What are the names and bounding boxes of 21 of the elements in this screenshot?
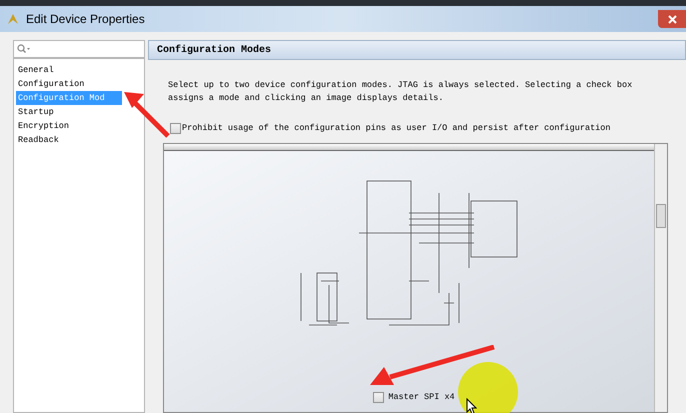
panel-heading: Configuration Modes [148,40,686,60]
scrollbar[interactable] [654,144,667,412]
sidebar-item[interactable]: Encryption [16,119,122,133]
window-title: Edit Device Properties [26,11,145,28]
checkbox[interactable] [170,122,181,134]
sidebar-item[interactable]: Startup [16,105,122,119]
schematic-image[interactable]: Master SPI x4 [164,150,654,412]
checkbox[interactable] [373,392,384,404]
search-field[interactable] [13,40,145,58]
cursor-icon [466,398,477,413]
description-text: Select up to two device configuration modes. JTAG is always selected. Selecting a check box assigns a mode and clicking an image displays details. [168,79,634,105]
sidebar-item[interactable]: General [16,63,122,77]
close-icon [668,14,676,24]
arrow-annotation [124,92,170,138]
mode-option[interactable]: Master SPI x4 [373,391,455,404]
sidebar-item[interactable]: Configuration [16,77,122,91]
prohibit-option[interactable]: Prohibit usage of the configuration pins as user I/O and persist after configuration [170,122,666,135]
search-icon [17,44,31,54]
sidebar-item[interactable]: Readback [16,133,122,147]
app-logo-icon [6,12,20,26]
close-button[interactable] [658,10,686,28]
